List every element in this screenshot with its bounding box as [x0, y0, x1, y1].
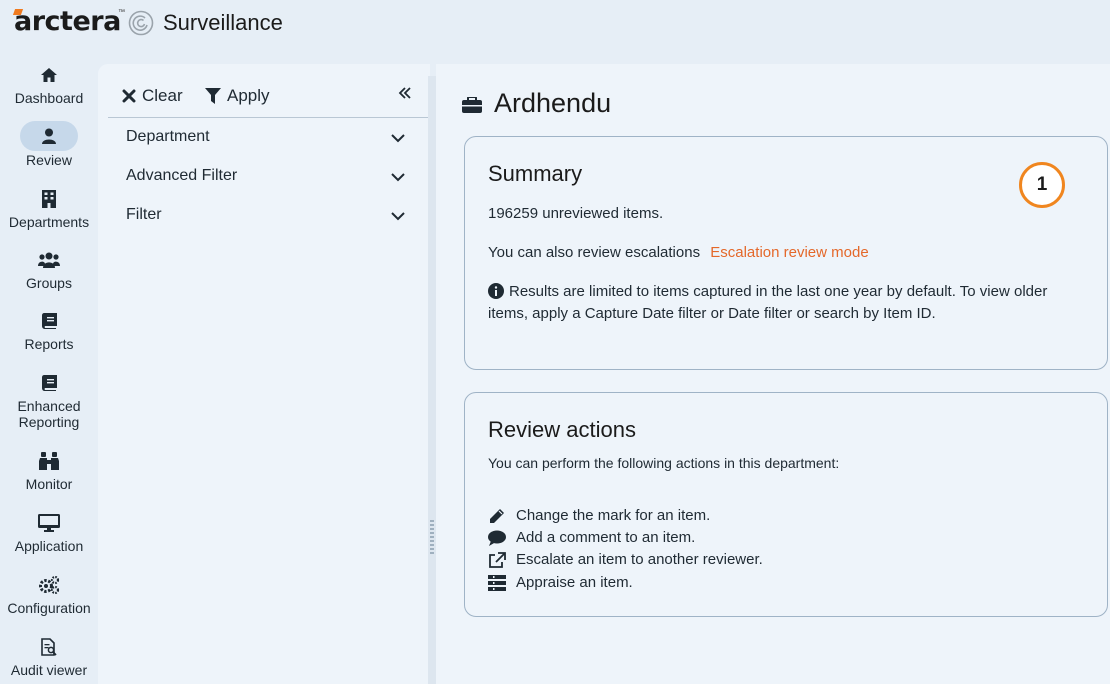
action-label: Appraise an item. — [516, 574, 633, 591]
pencil-icon — [487, 508, 507, 524]
review-actions-card: Review actions You can perform the follo… — [464, 392, 1108, 617]
action-add-comment: Add a comment to an item. — [487, 529, 695, 546]
binoculars-icon — [34, 450, 64, 472]
section-label: Department — [126, 128, 210, 145]
info-icon — [488, 283, 504, 299]
nav-label: Groups — [26, 275, 72, 291]
brand-logo[interactable]: arctera — [14, 6, 121, 37]
action-label: Add a comment to an item. — [516, 529, 696, 546]
user-icon — [20, 121, 78, 151]
filter-panel: Clear Apply Department Advanced Filter F… — [98, 64, 430, 684]
filter-section-advanced-filter[interactable]: Advanced Filter — [126, 167, 406, 191]
nav-item-application[interactable]: Application — [0, 512, 98, 554]
filter-icon — [205, 88, 221, 104]
panel-splitter[interactable] — [428, 76, 436, 684]
nav-item-audit-viewer[interactable]: Audit viewer — [0, 636, 98, 678]
apply-label: Apply — [227, 86, 270, 105]
apply-button[interactable]: Apply — [205, 86, 270, 106]
trademark: ™ — [118, 9, 125, 16]
review-actions-intro: You can perform the following actions in… — [488, 455, 840, 471]
nav-item-configuration[interactable]: Configuration — [0, 574, 98, 616]
collapse-panel-button[interactable] — [398, 86, 412, 105]
nav-label: Departments — [8, 214, 90, 230]
book-icon — [34, 372, 64, 394]
app-header: arctera ™ Surveillance — [0, 0, 1110, 46]
users-icon — [34, 249, 64, 271]
page-title: Ardhendu — [494, 88, 612, 118]
step-badge: 1 — [1019, 162, 1065, 208]
escalation-text: You can also review escalations — [488, 244, 701, 261]
nav-label: Configuration — [7, 600, 91, 616]
nav-item-dashboard[interactable]: Dashboard — [0, 64, 98, 106]
app-title: Surveillance — [163, 10, 283, 35]
chevron-down-icon — [391, 212, 405, 221]
review-actions-heading: Review actions — [488, 417, 636, 442]
surveillance-logo-icon — [128, 10, 154, 36]
summary-heading: Summary — [488, 161, 583, 186]
nav-label: Application — [14, 538, 84, 554]
filter-section-department[interactable]: Department — [126, 128, 406, 152]
nav-label: Audit viewer — [10, 662, 88, 678]
desktop-icon — [34, 512, 64, 534]
close-icon — [122, 89, 136, 103]
info-line-1: Results are limited to items captured in… — [509, 283, 1048, 300]
nav-item-review[interactable]: Review — [0, 121, 98, 168]
main-content: Ardhendu Summary 1 196259 unreviewed ite… — [436, 64, 1110, 684]
action-label: Change the mark for an item. — [516, 507, 711, 524]
summary-card: Summary 1 196259 unreviewed items. You c… — [464, 136, 1108, 370]
briefcase-icon — [462, 97, 482, 113]
nav-item-groups[interactable]: Groups — [0, 249, 98, 291]
nav-label: Dashboard — [14, 90, 84, 106]
escalation-review-mode-link[interactable]: Escalation review mode — [710, 244, 868, 261]
nav-item-departments[interactable]: Departments — [0, 188, 98, 230]
gears-icon — [34, 574, 64, 596]
clear-button[interactable]: Clear — [122, 86, 183, 106]
nav-item-monitor[interactable]: Monitor — [0, 450, 98, 492]
filter-section-filter[interactable]: Filter — [126, 206, 406, 230]
splitter-grip-icon[interactable] — [430, 520, 434, 556]
action-change-mark: Change the mark for an item. — [487, 507, 710, 524]
nav-label: Review — [26, 152, 72, 168]
action-appraise: Appraise an item. — [487, 574, 633, 591]
nav-label: Monitor — [25, 476, 73, 492]
comment-icon — [487, 530, 507, 546]
nav-label: Enhanced Reporting — [17, 398, 81, 430]
clear-label: Clear — [142, 86, 183, 105]
book-icon — [34, 310, 64, 332]
nav-item-enhanced-reporting[interactable]: Enhanced Reporting — [0, 372, 98, 430]
left-nav: Dashboard Review Departments Groups Repo… — [0, 56, 98, 684]
nav-item-reports[interactable]: Reports — [0, 310, 98, 352]
building-icon — [34, 188, 64, 210]
section-label: Filter — [126, 206, 162, 223]
home-icon — [34, 64, 64, 86]
action-escalate: Escalate an item to another reviewer. — [487, 551, 763, 568]
escalation-row: You can also review escalations Escalati… — [488, 244, 869, 261]
chevron-down-icon — [391, 134, 405, 143]
unreviewed-items-link[interactable]: 196259 unreviewed items. — [488, 205, 663, 222]
double-chevron-left-icon — [398, 87, 411, 99]
filter-toolbar: Clear Apply — [108, 82, 428, 118]
nav-label: Reports — [24, 336, 74, 352]
action-label: Escalate an item to another reviewer. — [516, 551, 763, 568]
chevron-down-icon — [391, 173, 405, 182]
list-icon — [487, 574, 507, 591]
file-search-icon — [34, 636, 64, 658]
section-label: Advanced Filter — [126, 167, 238, 184]
external-link-icon — [487, 551, 507, 568]
info-line-2: items, apply a Capture Date filter or Da… — [488, 305, 936, 322]
